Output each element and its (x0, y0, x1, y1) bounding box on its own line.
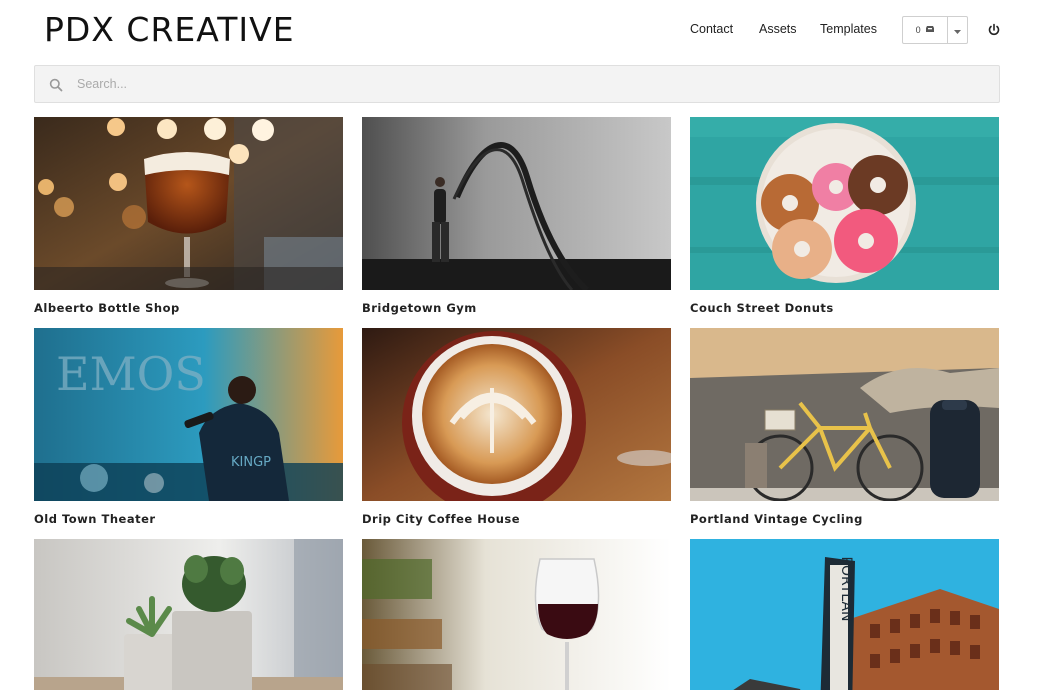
asset-thumbnail-6[interactable] (690, 328, 999, 501)
nav-templates[interactable]: Templates (820, 22, 877, 36)
asset-title[interactable]: Drip City Coffee House (362, 512, 520, 526)
search-input[interactable] (77, 66, 987, 102)
asset-card-5[interactable]: Drip City Coffee House (362, 328, 671, 526)
asset-thumbnail-4[interactable]: EMOS KINGP (34, 328, 343, 501)
asset-card-7[interactable] (34, 539, 343, 690)
asset-title[interactable]: Portland Vintage Cycling (690, 512, 863, 526)
asset-card-8[interactable] (362, 539, 671, 690)
cart-button-group: 0 (902, 16, 968, 44)
asset-card-3[interactable]: Couch Street Donuts (690, 117, 999, 315)
nav-assets[interactable]: Assets (759, 22, 797, 36)
site-logo[interactable]: PDX CREATIVE (44, 10, 295, 49)
asset-thumbnail-1[interactable] (34, 117, 343, 290)
power-icon (986, 23, 1002, 42)
asset-thumbnail-5[interactable] (362, 328, 671, 501)
search-icon (49, 78, 63, 92)
asset-card-6[interactable]: Portland Vintage Cycling (690, 328, 999, 526)
asset-card-2[interactable]: Bridgetown Gym (362, 117, 671, 315)
cart-dropdown-toggle[interactable] (948, 17, 967, 43)
asset-thumbnail-9[interactable]: PORTLAN (690, 539, 999, 690)
cart-icon (925, 25, 935, 35)
cart-count: 0 (915, 25, 921, 35)
asset-card-4[interactable]: EMOS KINGP Old Town Theater (34, 328, 343, 526)
svg-text:KINGP: KINGP (231, 455, 271, 470)
asset-card-9[interactable]: PORTLAN (690, 539, 999, 690)
asset-thumbnail-2[interactable] (362, 117, 671, 290)
asset-title[interactable]: Couch Street Donuts (690, 301, 834, 315)
nav-contact[interactable]: Contact (690, 22, 733, 36)
header: PDX CREATIVE Contact Assets Templates 0 (0, 0, 1040, 62)
power-button[interactable] (986, 22, 1002, 38)
caret-down-icon (954, 21, 962, 39)
svg-text:EMOS: EMOS (56, 347, 206, 401)
search-bar (34, 65, 1000, 103)
svg-text:PORTLAN: PORTLAN (838, 557, 854, 622)
asset-thumbnail-7[interactable] (34, 539, 343, 690)
cart-button[interactable]: 0 (903, 17, 949, 43)
asset-thumbnail-3[interactable] (690, 117, 999, 290)
asset-title[interactable]: Bridgetown Gym (362, 301, 477, 315)
asset-title[interactable]: Albeerto Bottle Shop (34, 301, 180, 315)
asset-thumbnail-8[interactable] (362, 539, 671, 690)
asset-card-1[interactable]: Albeerto Bottle Shop (34, 117, 343, 315)
asset-title[interactable]: Old Town Theater (34, 512, 156, 526)
